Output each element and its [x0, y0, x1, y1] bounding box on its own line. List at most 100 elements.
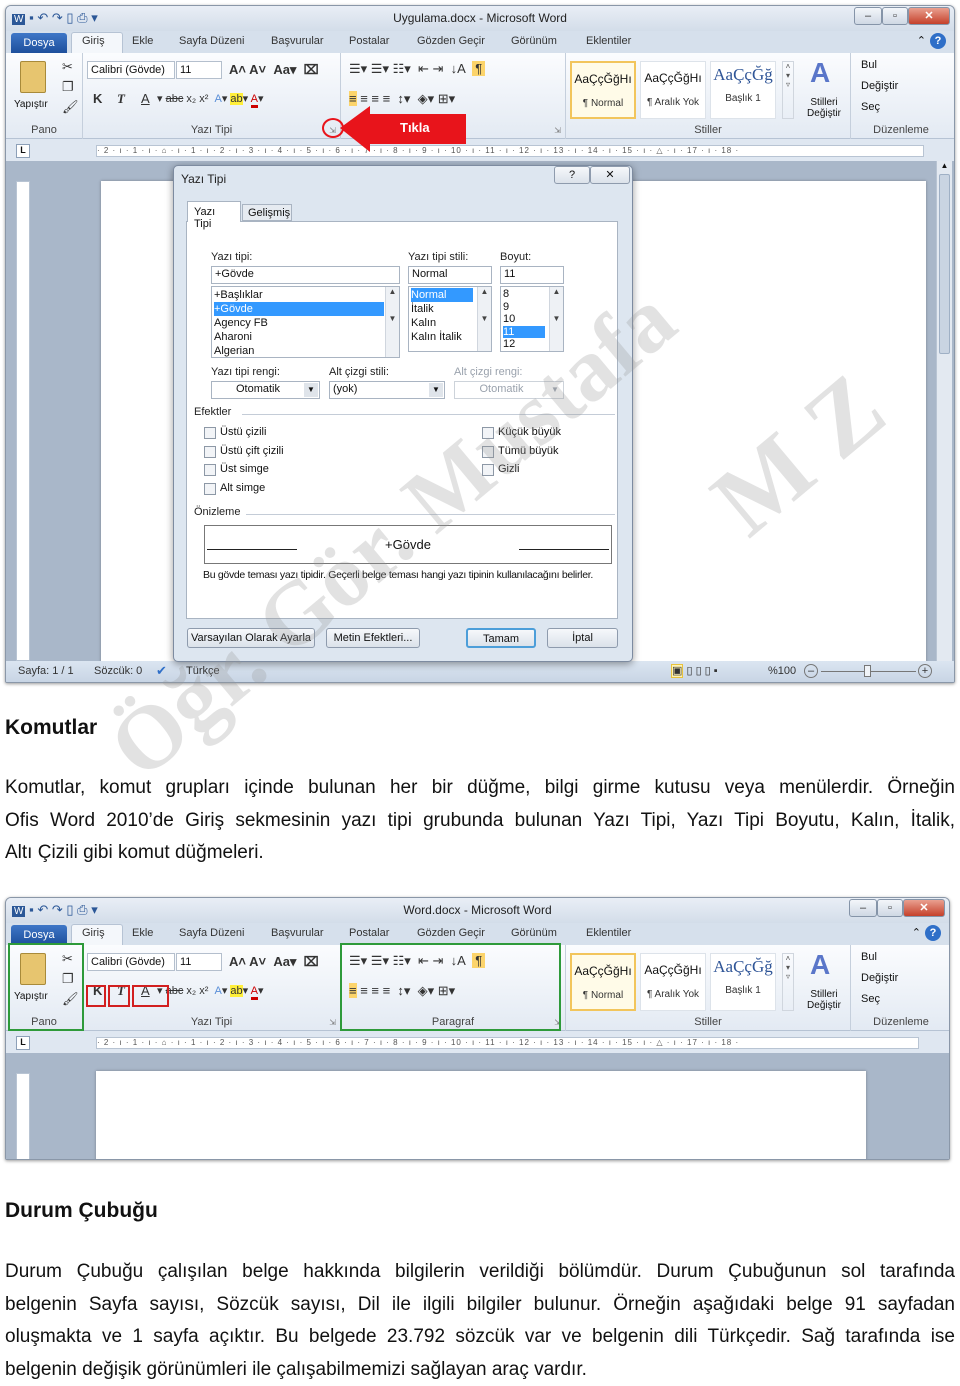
- list-item[interactable]: 10: [503, 313, 545, 326]
- tab-0[interactable]: Giriş: [82, 927, 105, 939]
- view-buttons[interactable]: ▣ ▯ ▯ ▯ ▪: [671, 664, 718, 677]
- find-button[interactable]: Bul: [861, 951, 877, 963]
- checkbox[interactable]: [204, 427, 216, 439]
- list-item[interactable]: +Başlıklar: [214, 288, 384, 302]
- checkbox[interactable]: [482, 446, 494, 458]
- tab-7[interactable]: Eklentiler: [586, 35, 631, 47]
- grow-font-icon[interactable]: A˄ A˅ Aa▾ ⌧: [229, 62, 319, 78]
- proofing-icon[interactable]: ✔: [156, 663, 167, 679]
- ruler-toggle[interactable]: L: [16, 144, 30, 158]
- maximize-button[interactable]: ▫: [877, 899, 903, 917]
- italic-button[interactable]: T: [117, 91, 125, 107]
- list-item[interactable]: 8: [503, 288, 545, 301]
- find-button[interactable]: Bul: [861, 59, 877, 71]
- select-button[interactable]: Seç: [861, 993, 880, 1005]
- page-count[interactable]: Sayfa: 1 / 1: [18, 665, 74, 677]
- help-button[interactable]: ?: [554, 166, 590, 184]
- tab-advanced[interactable]: Gelişmiş: [242, 204, 292, 221]
- tab-6[interactable]: Görünüm: [511, 927, 557, 939]
- checkbox[interactable]: [482, 464, 494, 476]
- change-styles-icon[interactable]: A: [810, 57, 830, 89]
- change-styles-button[interactable]: Stilleri Değiştir: [798, 989, 850, 1011]
- checkbox[interactable]: [204, 446, 216, 458]
- font-list-scrollbar[interactable]: ▲▼: [385, 287, 399, 357]
- list-item[interactable]: 12: [503, 338, 545, 351]
- dialog-launcher-icon[interactable]: ⇲: [554, 126, 561, 135]
- text-effects-button[interactable]: Metin Efektleri...: [326, 628, 420, 648]
- tab-1[interactable]: Ekle: [132, 927, 153, 939]
- list-item[interactable]: İtalik: [411, 302, 473, 316]
- underline-color-select[interactable]: Otomatik▼: [454, 381, 564, 399]
- underline-button[interactable]: A: [141, 91, 150, 107]
- list-item[interactable]: Aharoni: [214, 330, 384, 344]
- list-item[interactable]: Kalın: [411, 316, 473, 330]
- styles-scroll[interactable]: ˄▾▿: [782, 61, 794, 119]
- ok-button[interactable]: Tamam: [466, 628, 536, 648]
- tab-4[interactable]: Postalar: [349, 35, 389, 47]
- style-0[interactable]: AaÇçĞğHı¶ Normal: [570, 953, 636, 1011]
- vertical-scrollbar[interactable]: ▲: [936, 161, 952, 661]
- list-item[interactable]: Agency FB: [214, 316, 384, 330]
- style-2[interactable]: AaÇçĞğBaşlık 1: [710, 61, 776, 119]
- change-styles-icon[interactable]: A: [810, 949, 830, 981]
- language[interactable]: Türkçe: [186, 665, 220, 677]
- size-list-scrollbar[interactable]: ▲▼: [549, 287, 563, 351]
- paste-button-label[interactable]: Yapıştır: [14, 99, 48, 110]
- strikethrough-subscript-superscript-icons[interactable]: ▾ abc x₂ x² A▾ ab▾ A▾: [157, 983, 264, 999]
- grow-font-icon[interactable]: A˄ A˅ Aa▾ ⌧: [229, 954, 319, 970]
- close-button[interactable]: ✕: [590, 166, 630, 184]
- zoom-out-button[interactable]: –: [804, 664, 818, 678]
- list-item[interactable]: 9: [503, 301, 545, 314]
- tab-2[interactable]: Sayfa Düzeni: [179, 927, 244, 939]
- minimize-button[interactable]: –: [854, 7, 882, 25]
- minimize-button[interactable]: –: [849, 899, 877, 917]
- font-size-dropdown[interactable]: 11: [176, 953, 222, 971]
- tab-4[interactable]: Postalar: [349, 927, 389, 939]
- tab-0[interactable]: Giriş: [82, 35, 105, 47]
- bold-button[interactable]: K: [93, 91, 102, 107]
- tab-file[interactable]: Dosya: [11, 33, 67, 53]
- replace-button[interactable]: Değiştir: [861, 80, 898, 92]
- checkbox[interactable]: [204, 464, 216, 476]
- help-icon[interactable]: ?: [925, 925, 941, 941]
- list-item[interactable]: 11: [503, 326, 545, 339]
- list-item[interactable]: +Gövde: [214, 302, 384, 316]
- cut-icon[interactable]: ✂: [62, 59, 73, 75]
- style-0[interactable]: AaÇçĞğHı¶ Normal: [570, 61, 636, 119]
- checkbox[interactable]: [482, 427, 494, 439]
- font-input[interactable]: +Gövde: [211, 266, 400, 284]
- tab-2[interactable]: Sayfa Düzeni: [179, 35, 244, 47]
- copy-icon[interactable]: ❐: [62, 79, 74, 95]
- tab-5[interactable]: Gözden Geçir: [417, 927, 485, 939]
- style-1[interactable]: AaÇçĞğHı¶ Aralık Yok: [640, 953, 706, 1011]
- replace-button[interactable]: Değiştir: [861, 972, 898, 984]
- window-close-button[interactable]: ✕: [903, 899, 945, 917]
- ruler-toggle[interactable]: L: [16, 1036, 30, 1050]
- zoom-level[interactable]: %100: [768, 665, 796, 677]
- tab-6[interactable]: Görünüm: [511, 35, 557, 47]
- tab-7[interactable]: Eklentiler: [586, 927, 631, 939]
- tab-3[interactable]: Başvurular: [271, 35, 324, 47]
- font-list[interactable]: +Başlıklar+GövdeAgency FBAharoniAlgerian: [211, 286, 400, 358]
- minimize-ribbon-icon[interactable]: ⌃: [912, 926, 921, 939]
- style-2[interactable]: AaÇçĞğBaşlık 1: [710, 953, 776, 1011]
- cancel-button[interactable]: İptal: [547, 628, 618, 648]
- tab-3[interactable]: Başvurular: [271, 927, 324, 939]
- list-item[interactable]: Algerian: [214, 344, 384, 358]
- select-button[interactable]: Seç: [861, 101, 880, 113]
- help-icon[interactable]: ?: [930, 33, 946, 49]
- list-item[interactable]: Normal: [411, 288, 473, 302]
- style-list-scrollbar[interactable]: ▲▼: [477, 287, 491, 351]
- format-painter-icon[interactable]: 🖌: [62, 99, 79, 115]
- document-page[interactable]: [96, 1071, 866, 1160]
- strikethrough-subscript-superscript-icons[interactable]: ▾ abc x₂ x² A▾ ab▾ A▾: [157, 91, 264, 107]
- font-name-dropdown[interactable]: Calibri (Gövde): [87, 61, 175, 79]
- checkbox[interactable]: [204, 483, 216, 495]
- zoom-in-button[interactable]: +: [918, 664, 932, 678]
- paste-icon[interactable]: [20, 61, 46, 93]
- style-input[interactable]: Normal: [408, 266, 492, 284]
- word-count[interactable]: Sözcük: 0: [94, 665, 142, 677]
- size-input[interactable]: 11: [500, 266, 564, 284]
- font-color-select[interactable]: Otomatik▼: [211, 381, 320, 399]
- style-1[interactable]: AaÇçĞğHı¶ Aralık Yok: [640, 61, 706, 119]
